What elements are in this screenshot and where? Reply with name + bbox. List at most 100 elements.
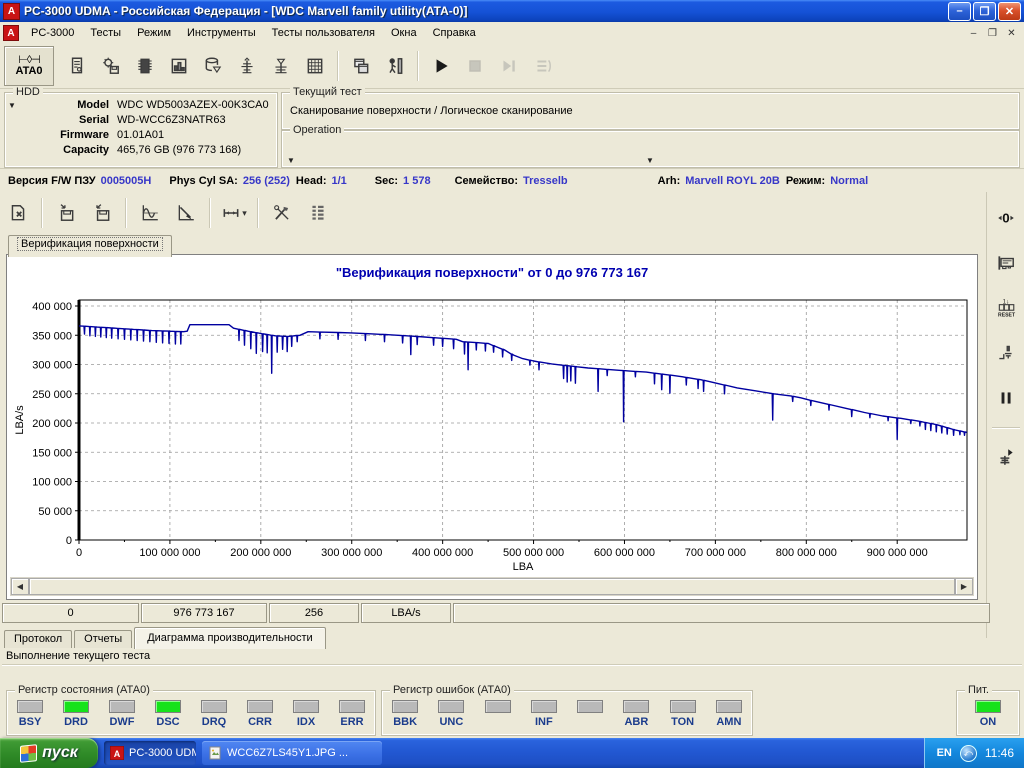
led-indicator (201, 700, 227, 713)
hdd-dropdown-arrow[interactable]: ▼ (8, 101, 16, 110)
tray-update-icon[interactable]: ⤺ (960, 745, 977, 762)
bottom-tab-протокол[interactable]: Протокол (4, 630, 72, 648)
toolbar-copy-windows-button[interactable] (344, 50, 378, 82)
step-forward-icon (499, 56, 519, 76)
test-toolbar-save-out-button[interactable] (84, 198, 120, 228)
taskbar-task-1[interactable]: APC-3000 UDMA (104, 741, 196, 765)
application-window: A PC-3000 UDMA - Российская Федерация - … (0, 0, 1024, 768)
ata-bus-icon: ⊢◊⊣ (18, 55, 40, 65)
zero-adjust-icon: 0 (996, 208, 1016, 228)
scroll-thumb[interactable] (29, 578, 955, 595)
menu-item-1[interactable]: PC-3000 (23, 24, 82, 42)
operation-dropdown-arrow-2[interactable]: ▼ (646, 156, 654, 165)
menu-item-5[interactable]: Тесты пользователя (264, 24, 383, 42)
new-report-icon (8, 203, 28, 223)
toolbar-play-button[interactable] (424, 50, 458, 82)
close-button[interactable]: ✕ (998, 2, 1021, 21)
svg-text:400 000 000: 400 000 000 (412, 547, 473, 559)
register-led-drd: DRD (56, 700, 96, 728)
menu-item-4[interactable]: Инструменты (179, 24, 264, 42)
register-led-amn: AMN (709, 700, 749, 728)
tab-surface-verification[interactable]: Верификация поверхности (8, 235, 172, 257)
chart-card-icon (169, 56, 189, 76)
svg-text:300 000: 300 000 (32, 360, 72, 372)
reset-counter-icon: 1↓RESET (996, 298, 1016, 318)
svg-text:400 000: 400 000 (32, 301, 72, 313)
led-indicator (670, 700, 696, 713)
language-indicator[interactable]: EN (937, 747, 952, 759)
test-toolbar-line-chart-button[interactable] (168, 198, 204, 228)
hdd-value: 01.01A01 (117, 129, 164, 141)
toolbar-chip-button[interactable] (128, 50, 162, 82)
chart-readout-row: 0976 773 167256LBA/s (2, 603, 992, 623)
toolbar-separator (337, 51, 339, 81)
error-register-legend: Регистр ошибок (АТА0) (390, 684, 514, 696)
status-register-legend: Регистр состояния (АТА0) (15, 684, 153, 696)
save-out-icon (92, 203, 112, 223)
svg-text:900 000 000: 900 000 000 (867, 547, 928, 559)
chart-horizontal-scrollbar[interactable]: ◀ ▶ (10, 577, 974, 596)
toolbar-chart-card-button[interactable] (162, 50, 196, 82)
menu-items: PC-3000ТестыРежимИнструментыТесты пользо… (23, 24, 484, 42)
chip-icon (135, 56, 155, 76)
ata0-label: ATA0 (15, 65, 42, 77)
mdi-restore-button[interactable]: ❐ (984, 26, 1001, 40)
led-label: TON (671, 716, 694, 728)
register-led-ton: TON (663, 700, 703, 728)
register-led-bsy: BSY (10, 700, 50, 728)
test-toolbar-tools-button[interactable] (264, 198, 300, 228)
toolbar-database-button[interactable] (196, 50, 230, 82)
toolbar-antenna-tower-button[interactable] (230, 50, 264, 82)
mdi-close-button[interactable]: ✕ (1003, 26, 1020, 40)
hdd-value: WD-WCC6Z3NATR63 (117, 114, 226, 126)
led-indicator (155, 700, 181, 713)
restore-button[interactable]: ❐ (973, 2, 996, 21)
test-toolbar-range-ruler-button[interactable]: ▾ (216, 198, 252, 228)
side-power-start-button[interactable] (990, 439, 1022, 475)
svg-text:800 000 000: 800 000 000 (776, 547, 837, 559)
led-indicator (531, 700, 557, 713)
svg-text:600 000 000: 600 000 000 (594, 547, 655, 559)
test-toolbar-new-report-button[interactable] (0, 198, 36, 228)
side-zero-adjust-button[interactable]: 0 (990, 200, 1022, 236)
ata0-port-button[interactable]: ⊢◊⊣ ATA0 (4, 46, 54, 86)
scroll-left-arrow[interactable]: ◀ (11, 578, 29, 595)
test-toolbar-save-in-button[interactable] (48, 198, 84, 228)
menu-item-7[interactable]: Справка (425, 24, 484, 42)
toolbar-gear-save-button[interactable] (94, 50, 128, 82)
register-led-abr: ABR (616, 700, 656, 728)
operation-panel: Operation ▼ ▼ (281, 130, 1020, 168)
test-toolbar-wave-chart-button[interactable] (132, 198, 168, 228)
mdi-minimize-button[interactable]: – (965, 26, 982, 40)
toolbar-person-exit-button[interactable] (378, 50, 412, 82)
toolbar-grid-table-button[interactable] (298, 50, 332, 82)
side-reset-counter-button[interactable]: 1↓RESET (990, 290, 1022, 326)
side-pci-card-button[interactable] (990, 245, 1022, 281)
led-label: CRR (248, 716, 272, 728)
taskbar-task-2[interactable]: WCC6Z7LS45Y1.JPG ... (202, 741, 382, 765)
bottom-tab-диаграмма-производительности[interactable]: Диаграмма производительности (134, 627, 326, 649)
menu-item-2[interactable]: Тесты (82, 24, 129, 42)
dropdown-arrow-icon[interactable]: ▾ (242, 208, 247, 219)
menu-item-6[interactable]: Окна (383, 24, 425, 42)
minimize-button[interactable]: – (948, 2, 971, 21)
side-power-circuit-button[interactable] (990, 335, 1022, 371)
toolbar-separator (992, 427, 1020, 429)
toolbar-antenna-sync-button[interactable] (264, 50, 298, 82)
register-led-inf: INF (524, 700, 564, 728)
start-button[interactable]: пуск (0, 738, 98, 768)
scroll-right-arrow[interactable]: ▶ (955, 578, 973, 595)
bottom-tab-отчеты[interactable]: Отчеты (74, 630, 132, 648)
play-icon (431, 56, 451, 76)
led-indicator (623, 700, 649, 713)
range-ruler-icon (221, 203, 241, 223)
gear-save-icon (101, 56, 121, 76)
operation-dropdown-arrow[interactable]: ▼ (287, 156, 295, 165)
menu-item-3[interactable]: Режим (129, 24, 179, 42)
toolbar-script-info-button[interactable] (60, 50, 94, 82)
test-toolbar-data-list-button[interactable] (300, 198, 336, 228)
led-indicator (392, 700, 418, 713)
side-pause-button[interactable] (990, 380, 1022, 416)
antenna-tower-icon (237, 56, 257, 76)
led-indicator (577, 700, 603, 713)
